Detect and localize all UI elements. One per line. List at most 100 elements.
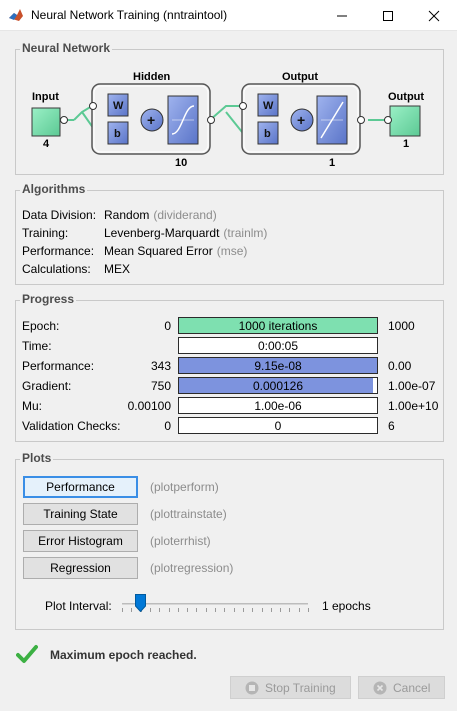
- slider-tick: [242, 608, 244, 612]
- slider-tick: [215, 608, 216, 612]
- slider-tick: [131, 608, 133, 612]
- progress-bar-gradient: 0.000126: [178, 377, 378, 394]
- alg-value: Random: [104, 208, 150, 222]
- plot-function: (plotregression): [150, 561, 234, 575]
- progress-value: 1.00e-06: [254, 399, 302, 413]
- output-block: [389, 105, 421, 137]
- slider-tick: [149, 608, 151, 612]
- neural-network-panel: Neural Network Input 4 Hidden 10 Output …: [15, 41, 444, 175]
- slider-tick: [252, 608, 254, 612]
- progress-bar-mu: 1.00e-06: [178, 397, 378, 414]
- slider-tick: [233, 608, 235, 612]
- network-diagram: Input 4 Hidden 10 Output 1 Output 1 W b …: [31, 71, 424, 169]
- slider-tick: [205, 608, 207, 612]
- output-size: 1: [403, 138, 409, 150]
- plot-interval-label: Plot Interval:: [45, 599, 112, 613]
- alg-value: MEX: [104, 262, 131, 276]
- progress-label-gradient: Gradient:: [22, 379, 72, 393]
- progress-end-performance: 0.00: [388, 359, 412, 373]
- output-label: Output: [388, 91, 424, 103]
- alg-label: Data Division:: [22, 208, 97, 222]
- progress-label-performance: Performance:: [22, 359, 95, 373]
- progress-start-validation: 0: [164, 419, 171, 433]
- progress-label-time: Time:: [22, 339, 52, 353]
- output-transfer-block: [316, 95, 348, 145]
- input-label: Input: [32, 91, 59, 103]
- stop-icon: [245, 681, 259, 695]
- plot-performance-button[interactable]: Performance: [23, 476, 138, 498]
- hidden-transfer-block: [167, 95, 199, 145]
- progress-start-mu: 0.00100: [127, 399, 171, 413]
- algorithms-panel: Algorithms Data Division: Random (divider…: [15, 182, 444, 285]
- progress-value: 0.000126: [252, 379, 304, 393]
- progress-end-mu: 1.00e+10: [388, 399, 439, 413]
- plots-title: Plots: [20, 451, 54, 465]
- slider-thumb[interactable]: [135, 594, 146, 612]
- slider-tick: [159, 608, 161, 612]
- output-layer-label: Output: [282, 71, 318, 83]
- cancel-icon: [373, 681, 387, 695]
- stop-training-label: Stop Training: [265, 681, 336, 695]
- progress-bar-time: 0:00:05: [178, 337, 378, 354]
- matlab-icon: [8, 7, 24, 23]
- stop-training-button[interactable]: Stop Training: [230, 676, 351, 699]
- maximize-button[interactable]: [365, 0, 411, 31]
- close-button[interactable]: [411, 0, 457, 31]
- hidden-sum-symbol: +: [147, 112, 155, 128]
- slider-tick: [187, 608, 189, 612]
- output-weight-symbol: W: [263, 100, 274, 112]
- plot-function: (plottrainstate): [150, 507, 227, 521]
- plot-interval-value: 1 epochs: [322, 599, 371, 613]
- plot-error-histogram-button[interactable]: Error Histogram: [23, 530, 138, 552]
- plot-function: (plotperform): [150, 480, 219, 494]
- slider-tick: [261, 608, 263, 612]
- progress-value: 1000 iterations: [238, 319, 318, 333]
- hidden-label: Hidden: [133, 71, 171, 83]
- input-size: 4: [43, 138, 50, 150]
- cancel-label: Cancel: [393, 681, 431, 695]
- plot-training-state-button[interactable]: Training State: [23, 503, 138, 525]
- alg-label: Performance:: [22, 244, 95, 258]
- plots-panel: Plots Performance (plotperform) Training…: [15, 451, 444, 630]
- output-sum-symbol: +: [297, 112, 305, 128]
- progress-value: 0:00:05: [257, 339, 299, 353]
- progress-bar-performance: 9.15e-08: [178, 357, 378, 374]
- progress-end-validation: 6: [388, 419, 395, 433]
- alg-label: Training:: [22, 226, 69, 240]
- cancel-button[interactable]: Cancel: [358, 676, 445, 699]
- slider-tick: [270, 608, 272, 612]
- progress-label-mu: Mu:: [22, 399, 43, 413]
- minimize-button[interactable]: [319, 0, 365, 31]
- hidden-bias-symbol: b: [114, 128, 121, 140]
- progress-start-epoch: 0: [164, 319, 171, 333]
- progress-start-performance: 343: [150, 359, 171, 373]
- title-bar: Neural Network Training (nntraintool): [0, 0, 457, 31]
- progress-end-epoch: 1000: [388, 319, 415, 333]
- slider-tick: [177, 608, 179, 612]
- progress-title: Progress: [20, 292, 77, 306]
- window-title: Neural Network Training (nntraintool): [31, 8, 228, 22]
- progress-start-gradient: 750: [150, 379, 171, 393]
- plot-regression-button[interactable]: Regression: [23, 557, 138, 579]
- algorithms-title: Algorithms: [20, 182, 88, 196]
- input-block: [31, 107, 61, 137]
- output-bias-symbol: b: [264, 128, 271, 140]
- progress-bar-validation: 0: [178, 417, 378, 434]
- status-message: Maximum epoch reached.: [50, 648, 197, 662]
- slider-tick: [289, 608, 291, 612]
- alg-function: (trainlm): [223, 226, 268, 240]
- slider-tick: [196, 608, 198, 612]
- progress-end-gradient: 1.00e-07: [388, 379, 436, 393]
- slider-tick: [122, 608, 123, 612]
- plot-interval-slider[interactable]: [120, 594, 310, 614]
- slider-track: [122, 603, 308, 605]
- hidden-weight-symbol: W: [113, 100, 124, 112]
- progress-value: 0: [274, 419, 282, 433]
- alg-label: Calculations:: [22, 262, 91, 276]
- checkmark-icon: [16, 645, 38, 663]
- hidden-size: 10: [175, 157, 187, 169]
- slider-ticks: [122, 608, 309, 612]
- progress-bar-epoch: 1000 iterations: [178, 317, 378, 334]
- alg-function: (mse): [216, 244, 248, 258]
- progress-label-epoch: Epoch:: [22, 319, 60, 333]
